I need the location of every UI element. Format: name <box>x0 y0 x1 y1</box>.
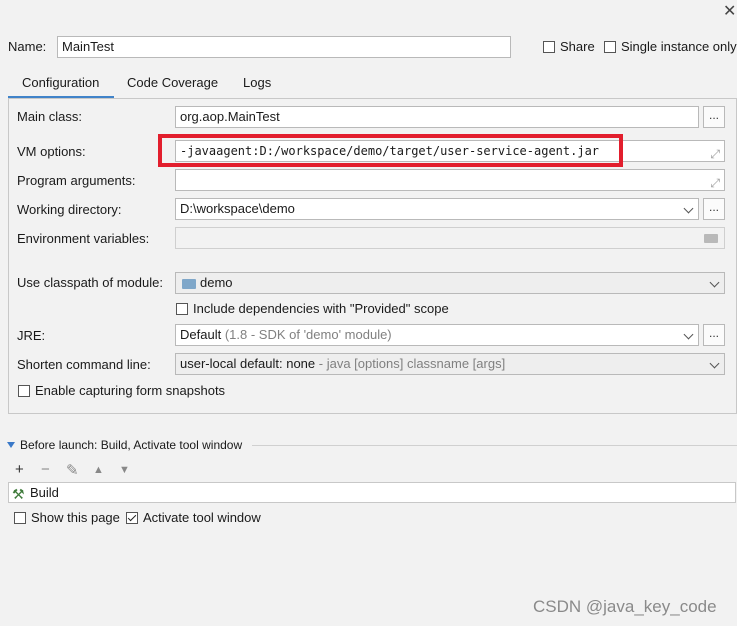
highlight-box <box>158 134 623 167</box>
tab-code-coverage[interactable]: Code Coverage <box>127 75 218 90</box>
jre-label: JRE: <box>17 328 46 343</box>
move-down-icon[interactable]: ▼ <box>119 464 130 476</box>
expand-icon[interactable]: ⤢ <box>710 173 720 190</box>
module-folder-icon <box>182 279 196 289</box>
chevron-down-icon[interactable] <box>709 277 720 288</box>
jre-combo[interactable]: Default (1.8 - SDK of 'demo' module) <box>175 324 699 346</box>
folder-icon[interactable] <box>704 234 718 243</box>
environment-variables-input[interactable] <box>175 227 725 249</box>
list-item[interactable]: Build <box>30 485 59 500</box>
activate-tool-window-label: Activate tool window <box>143 510 261 525</box>
main-class-browse-button[interactable]: ... <box>703 106 725 128</box>
jre-value: Default <box>180 327 222 342</box>
program-arguments-label: Program arguments: <box>17 173 136 188</box>
working-directory-combo[interactable]: D:\workspace\demo <box>175 198 699 220</box>
include-provided-checkbox[interactable] <box>176 303 188 315</box>
program-arguments-input[interactable]: ⤢ <box>175 169 725 191</box>
form-snapshots-label: Enable capturing form snapshots <box>35 383 226 398</box>
tab-configuration[interactable]: Configuration <box>22 75 99 90</box>
chevron-down-icon[interactable] <box>683 329 694 340</box>
tab-logs[interactable]: Logs <box>243 75 271 90</box>
before-launch-list <box>8 482 736 503</box>
shorten-command-line-hint: - java [options] classname [args] <box>318 356 506 371</box>
single-instance-label: Single instance only <box>621 39 737 54</box>
working-directory-label: Working directory: <box>17 202 122 217</box>
name-input[interactable]: MainTest <box>57 36 511 58</box>
jre-hint: (1.8 - SDK of 'demo' module) <box>224 327 392 342</box>
shorten-command-line-combo[interactable]: user-local default: none - java [options… <box>175 353 725 375</box>
watermark: CSDN @java_key_code <box>533 597 717 616</box>
hammer-icon: ⚒ <box>12 486 25 502</box>
chevron-down-icon[interactable] <box>709 358 720 369</box>
classpath-module-combo[interactable]: demo <box>175 272 725 294</box>
remove-icon[interactable]: − <box>41 461 50 478</box>
share-checkbox[interactable] <box>543 41 555 53</box>
main-class-label: Main class: <box>17 109 83 124</box>
shorten-command-line-label: Shorten command line: <box>17 357 151 372</box>
form-snapshots-checkbox[interactable] <box>18 385 30 397</box>
include-provided-label: Include dependencies with "Provided" sco… <box>193 301 449 316</box>
working-directory-browse-button[interactable]: ... <box>703 198 725 220</box>
classpath-module-value: demo <box>200 275 233 290</box>
chevron-down-icon[interactable] <box>683 203 694 214</box>
close-icon[interactable]: ✕ <box>723 4 736 20</box>
move-up-icon[interactable]: ▲ <box>93 464 104 476</box>
before-launch-divider <box>252 445 737 446</box>
show-this-page-checkbox[interactable] <box>14 512 26 524</box>
vm-options-label: VM options: <box>17 144 86 159</box>
environment-variables-label: Environment variables: <box>17 231 150 246</box>
classpath-module-label: Use classpath of module: <box>17 275 163 290</box>
edit-icon[interactable]: ✎ <box>66 461 79 479</box>
activate-tool-window-checkbox[interactable] <box>126 512 138 524</box>
working-directory-value: D:\workspace\demo <box>180 201 295 216</box>
name-label: Name: <box>8 39 47 54</box>
show-this-page-label: Show this page <box>31 510 120 525</box>
before-launch-title[interactable]: Before launch: Build, Activate tool wind… <box>20 438 242 452</box>
add-icon[interactable]: + <box>15 461 24 478</box>
main-class-input[interactable]: org.aop.MainTest <box>175 106 699 128</box>
single-instance-checkbox[interactable] <box>604 41 616 53</box>
jre-browse-button[interactable]: ... <box>703 324 725 346</box>
collapse-arrow-icon[interactable] <box>7 442 15 448</box>
expand-icon[interactable]: ⤢ <box>710 144 720 161</box>
shorten-command-line-value: user-local default: none <box>180 356 316 371</box>
share-label: Share <box>560 39 595 54</box>
